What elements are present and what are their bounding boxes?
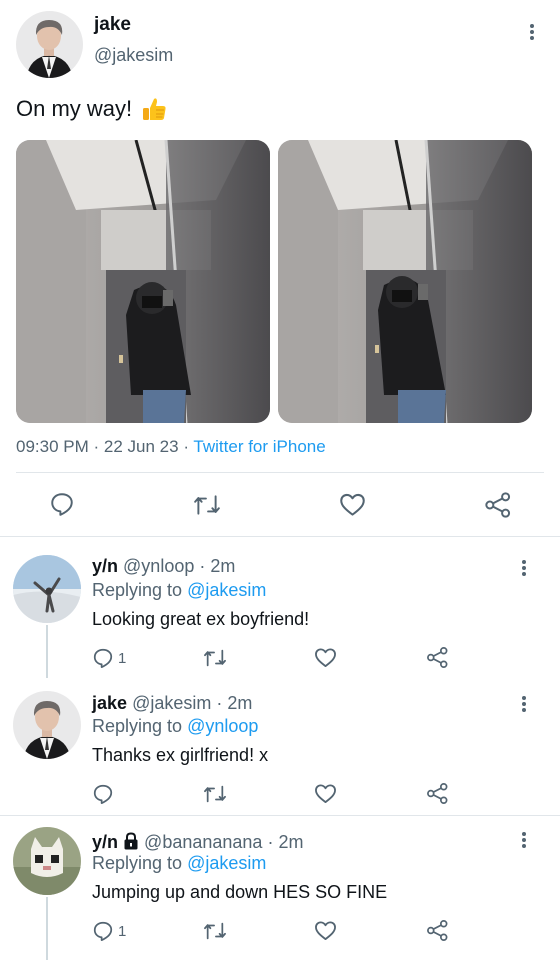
share-icon[interactable]: [426, 782, 449, 805]
meta-separator: ·: [93, 437, 100, 456]
tweet-date[interactable]: 22 Jun 23: [104, 437, 179, 456]
like-icon[interactable]: [314, 920, 337, 941]
tweet-text: On my way!: [16, 95, 168, 123]
replying-to-label: Replying to: [92, 853, 183, 873]
avatar[interactable]: [13, 691, 81, 759]
like-icon[interactable]: [314, 647, 337, 668]
replying-to-label: Replying to: [92, 580, 183, 600]
display-name[interactable]: y/n: [92, 556, 118, 576]
reply-time: 2m: [278, 832, 304, 852]
main-tweet: jake @jakesim On my way! 09:30 PM · 22 J…: [0, 0, 560, 537]
avatar[interactable]: [16, 11, 83, 78]
reply-icon[interactable]: [92, 647, 114, 669]
share-icon[interactable]: [484, 491, 512, 519]
mention-link[interactable]: @jakesim: [187, 853, 266, 873]
reply-icon[interactable]: [92, 783, 114, 805]
like-icon[interactable]: [314, 783, 337, 804]
retweet-icon[interactable]: [203, 647, 227, 669]
replying-to: Replying to @jakesim: [92, 580, 266, 601]
more-options-icon[interactable]: [523, 20, 541, 44]
meta-separator: ·: [267, 832, 274, 852]
more-options-icon[interactable]: [515, 556, 533, 580]
reply-item[interactable]: y/n @ynloop · 2m Replying to @jakesim Lo…: [0, 537, 560, 678]
reply-text: Jumping up and down HES SO FINE: [92, 882, 388, 902]
thumbs-up-icon: [140, 95, 168, 123]
tweet-photo-left[interactable]: [16, 140, 270, 423]
reply-icon[interactable]: [49, 491, 75, 517]
reply-header: y/n @ynloop · 2m: [92, 556, 235, 577]
username[interactable]: @jakesim: [132, 693, 211, 713]
reply-text: Looking great ex boyfriend!: [92, 609, 310, 629]
tweet-meta: 09:30 PM · 22 Jun 23 · Twitter for iPhon…: [16, 437, 326, 457]
meta-separator: ·: [199, 556, 206, 576]
tweet-photo-right[interactable]: [278, 140, 532, 423]
tweet-text-content: On my way!: [16, 96, 133, 121]
reply-item[interactable]: jake @jakesim · 2m Replying to @ynloop T…: [0, 678, 560, 816]
reply-header: jake @jakesim · 2m: [92, 693, 252, 714]
username[interactable]: @banananana: [144, 832, 262, 852]
avatar[interactable]: [13, 827, 81, 895]
retweet-icon[interactable]: [203, 783, 227, 805]
display-name[interactable]: jake: [92, 693, 127, 713]
replying-to: Replying to @jakesim: [92, 853, 266, 874]
replying-to-label: Replying to: [92, 716, 183, 736]
more-options-icon[interactable]: [515, 692, 533, 716]
reply-text: Thanks ex girlfriend! x: [92, 745, 269, 765]
display-name[interactable]: y/n: [92, 832, 118, 852]
divider: [16, 472, 544, 473]
meta-separator: ·: [216, 693, 223, 713]
thread-line: [46, 625, 48, 678]
display-name[interactable]: jake: [94, 14, 131, 36]
tweet-source[interactable]: Twitter for iPhone: [193, 437, 325, 456]
avatar[interactable]: [13, 555, 81, 623]
tweet-time[interactable]: 09:30 PM: [16, 437, 89, 456]
username[interactable]: @ynloop: [123, 556, 194, 576]
meta-separator: ·: [183, 437, 189, 456]
lock-icon: [124, 832, 138, 850]
reply-time: 2m: [210, 556, 236, 576]
username[interactable]: @jakesim: [94, 45, 173, 66]
retweet-icon[interactable]: [203, 920, 227, 942]
retweet-icon[interactable]: [193, 492, 221, 518]
reply-count: 1: [118, 923, 127, 940]
mention-link[interactable]: @ynloop: [187, 716, 258, 736]
reply-item[interactable]: y/n @banananana · 2m Replying to @jakesi…: [0, 816, 560, 960]
like-icon[interactable]: [339, 492, 366, 517]
thread-line: [46, 897, 48, 960]
share-icon[interactable]: [426, 919, 449, 942]
reply-icon[interactable]: [92, 920, 114, 942]
reply-time: 2m: [227, 693, 253, 713]
share-icon[interactable]: [426, 646, 449, 669]
replying-to: Replying to @ynloop: [92, 716, 258, 737]
mention-link[interactable]: @jakesim: [187, 580, 266, 600]
reply-header: y/n @banananana · 2m: [92, 832, 303, 853]
reply-count: 1: [118, 650, 127, 667]
more-options-icon[interactable]: [515, 828, 533, 852]
